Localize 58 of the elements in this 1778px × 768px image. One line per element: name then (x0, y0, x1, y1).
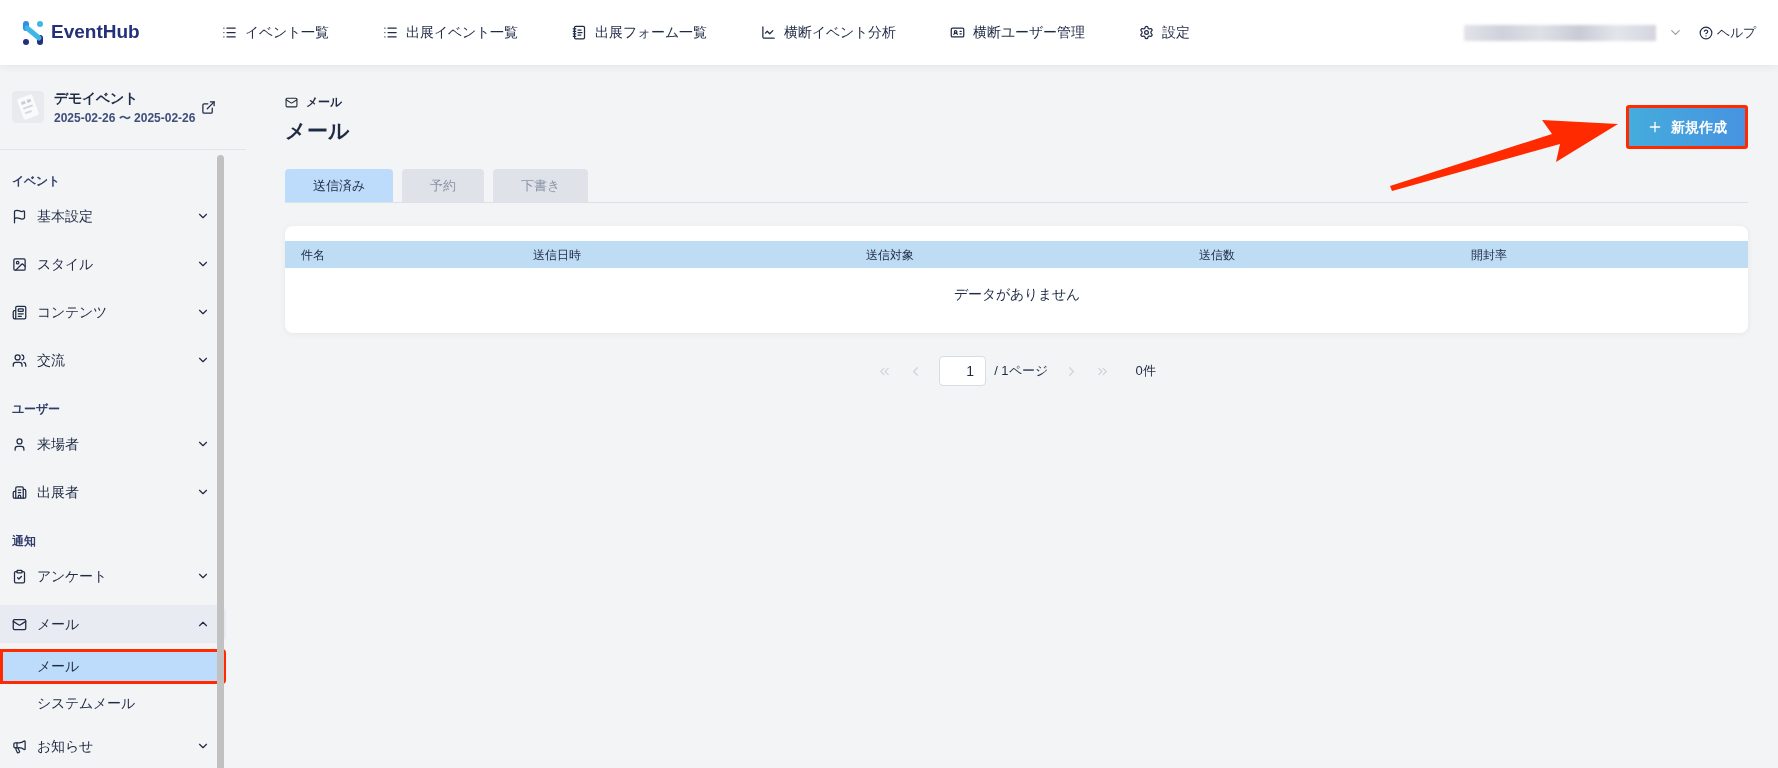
column-header: 開封率 (1471, 246, 1508, 264)
logo-icon (22, 19, 44, 46)
form-icon (572, 25, 587, 40)
account-name-redacted[interactable] (1464, 24, 1656, 41)
plus-icon (1647, 119, 1663, 135)
record-count: 0件 (1135, 362, 1156, 381)
list-icon (12, 304, 27, 320)
nav-link[interactable]: 横断イベント分析 (761, 22, 896, 43)
sidebar-item[interactable]: アンケート (0, 557, 226, 595)
sidebar-item[interactable]: スタイル (0, 245, 226, 283)
empty-message: データがありません (953, 285, 1080, 304)
image-icon (12, 256, 27, 272)
settings-icon (1139, 25, 1154, 40)
nav-link[interactable]: 設定 (1139, 22, 1190, 43)
page-field[interactable]: 1 (939, 356, 987, 386)
flag-icon (12, 208, 27, 224)
event-dates: 2025-02-26 〜 2025-02-26 (54, 109, 196, 127)
external-link-icon[interactable] (201, 99, 216, 115)
section-label: 通知 (11, 533, 37, 550)
section-label: ユーザー (11, 401, 61, 418)
help-icon (1699, 25, 1713, 40)
nav-link[interactable]: イベント一覧 (222, 22, 329, 43)
scrollbar[interactable] (217, 155, 224, 768)
sidebar-item[interactable]: お知らせ (0, 727, 226, 765)
megaphone-icon (12, 738, 27, 754)
column-header: 送信日時 (533, 246, 582, 264)
sidebar-item[interactable]: コンテンツ (0, 293, 226, 331)
tab[interactable]: 送信済み (285, 169, 393, 202)
sidebar-item[interactable]: 出展者 (0, 473, 226, 511)
building-icon (12, 484, 27, 500)
line-chart-icon (761, 25, 776, 40)
sidebar-subitem[interactable]: システムメール (0, 686, 226, 721)
sidebar-item[interactable]: メール (0, 605, 226, 643)
section-label: イベント (11, 173, 61, 190)
user-icon (12, 436, 27, 452)
page-title: メール (285, 118, 350, 144)
mail-icon (12, 616, 27, 632)
breadcrumb: メール (306, 94, 342, 111)
list-icon (383, 25, 398, 40)
sidebar-item[interactable]: 交流 (0, 341, 226, 379)
id-card-icon (950, 25, 965, 40)
column-header: 送信数 (1199, 246, 1236, 264)
nav-link[interactable]: 出展フォーム一覧 (572, 22, 707, 43)
people-icon (12, 352, 27, 368)
total-pages: / 1ページ (994, 362, 1048, 381)
column-header: 件名 (301, 246, 326, 264)
sidebar-item[interactable]: 基本設定 (0, 197, 226, 235)
event-name: デモイベント (54, 88, 139, 108)
nav-link[interactable]: 出展イベント一覧 (383, 22, 518, 43)
column-header: 送信対象 (866, 246, 915, 264)
logo-text[interactable]: EventHub (51, 18, 140, 47)
help-link[interactable]: ヘルプ (1699, 22, 1756, 43)
list-icon (222, 25, 237, 40)
clipboard-icon (12, 568, 27, 584)
sidebar-item[interactable]: 来場者 (0, 425, 226, 463)
nav-link[interactable]: 横断ユーザー管理 (950, 22, 1085, 43)
sidebar-subitem[interactable]: メール (0, 649, 226, 684)
mail-icon (285, 95, 298, 109)
